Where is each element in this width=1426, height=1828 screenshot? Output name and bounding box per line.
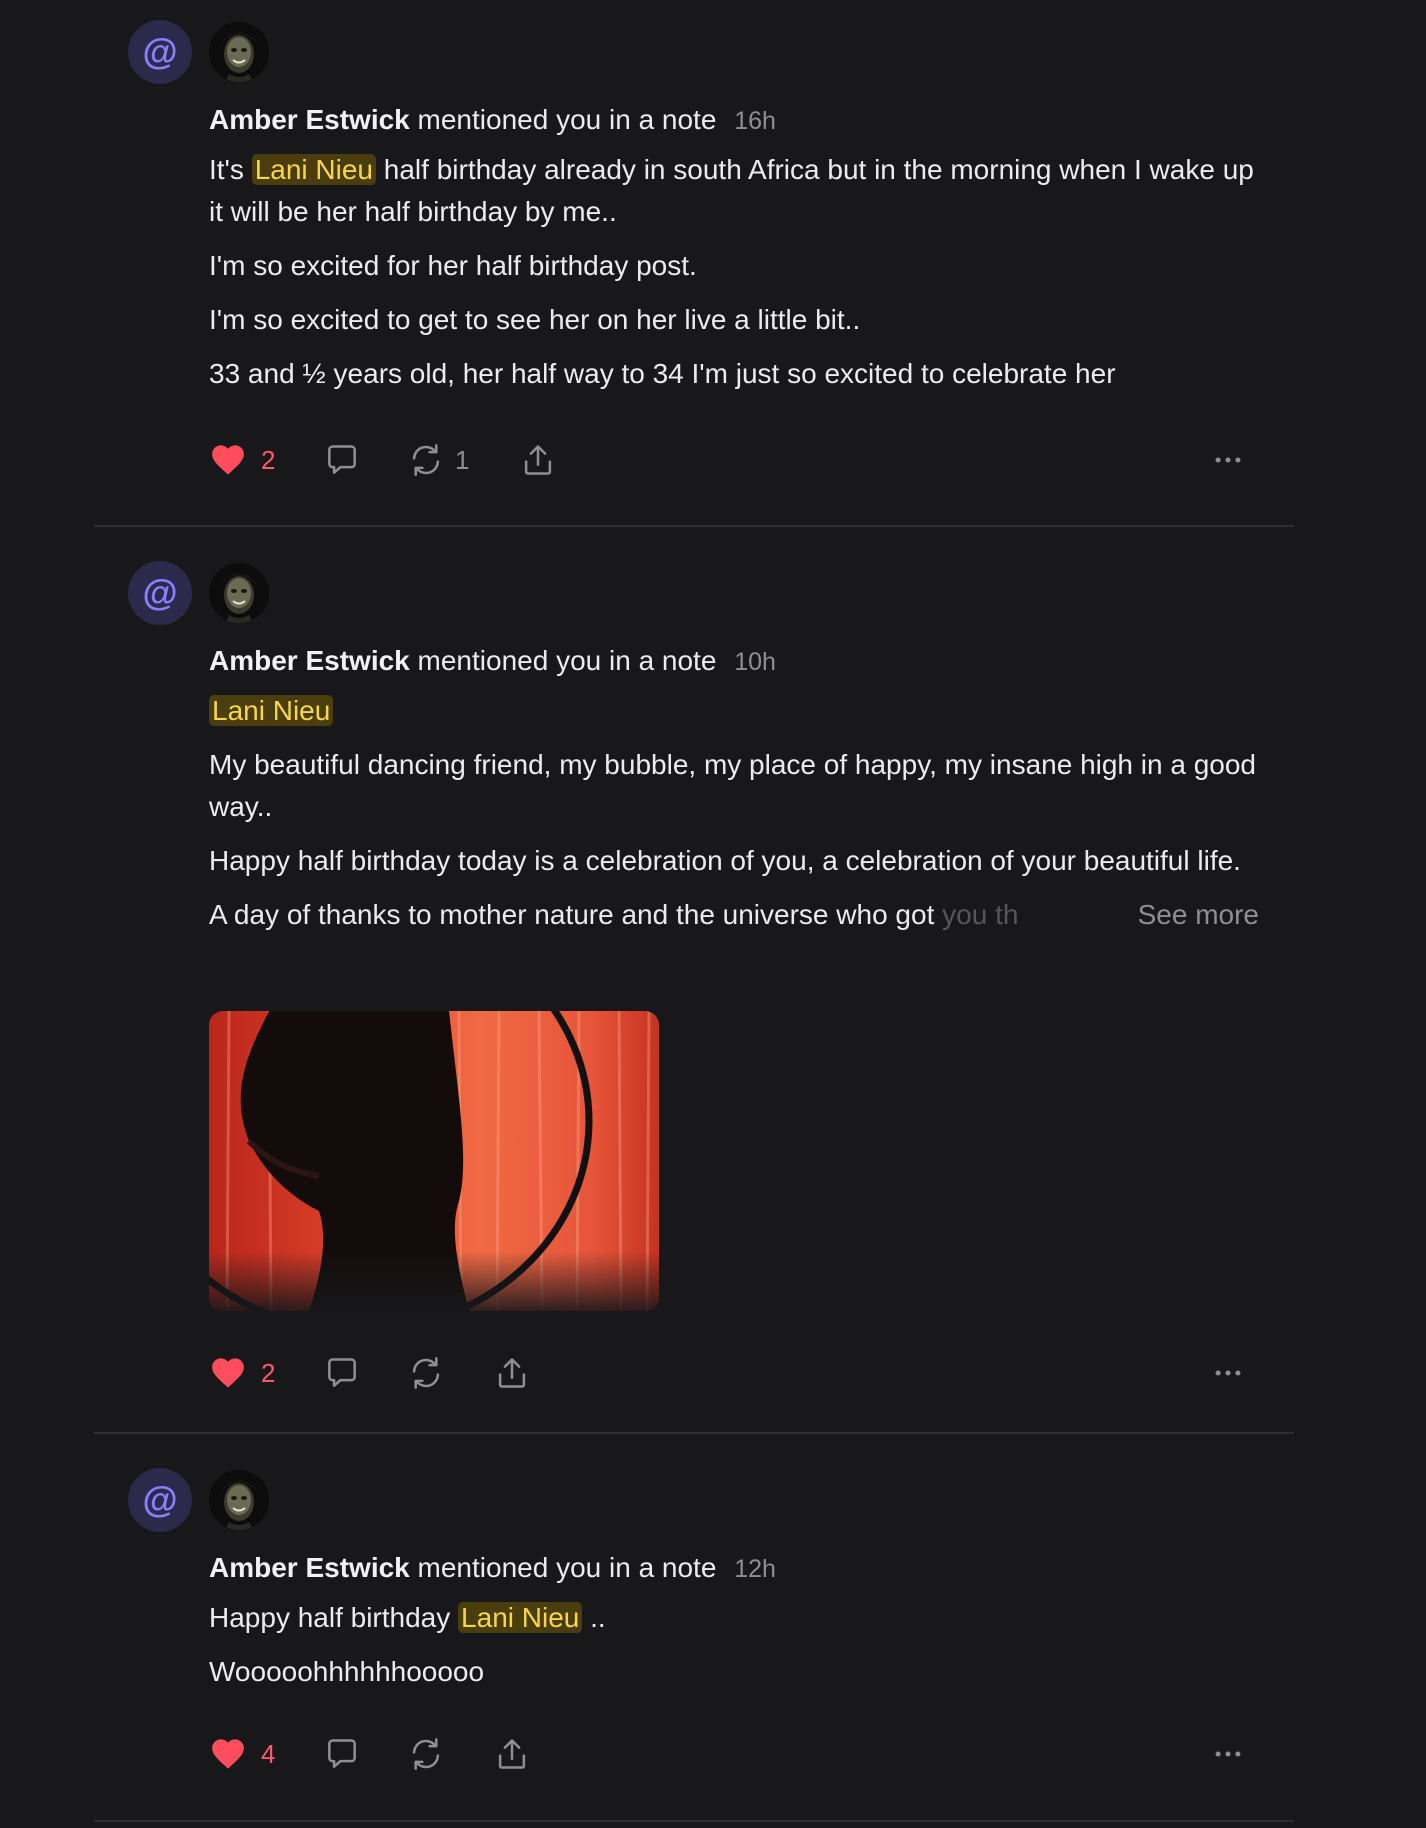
note-text: Happy half birthday bbox=[209, 1602, 451, 1633]
action-text: mentioned you in a note bbox=[417, 104, 717, 135]
note-paragraph-truncated: A day of thanks to mother nature and the… bbox=[209, 894, 1259, 936]
divider bbox=[94, 1432, 1294, 1434]
avatar[interactable] bbox=[209, 22, 269, 82]
notification-feed: @ Amber Estwick mentioned you in a note … bbox=[0, 0, 1426, 1828]
author-name[interactable]: Amber Estwick bbox=[209, 1552, 410, 1583]
timestamp: 10h bbox=[734, 648, 776, 676]
share-button[interactable] bbox=[493, 1351, 531, 1395]
like-button[interactable]: 2 bbox=[209, 438, 275, 482]
restack-icon bbox=[407, 1735, 445, 1773]
more-options-button[interactable] bbox=[1211, 438, 1245, 482]
mention-link[interactable]: Lani Nieu bbox=[251, 154, 376, 185]
restack-button[interactable] bbox=[407, 1732, 445, 1776]
comment-icon bbox=[323, 1735, 361, 1773]
restack-icon bbox=[407, 1354, 445, 1392]
note-paragraph: My beautiful dancing friend, my bubble, … bbox=[209, 749, 1256, 822]
notification-header: Amber Estwick mentioned you in a note 16… bbox=[209, 102, 1259, 139]
restack-button[interactable]: 1 bbox=[407, 438, 469, 482]
comment-button[interactable] bbox=[323, 1351, 361, 1395]
timestamp: 16h bbox=[734, 107, 776, 135]
note-text: It's bbox=[209, 154, 244, 185]
heart-icon bbox=[209, 1354, 247, 1392]
note-image[interactable] bbox=[209, 1011, 659, 1311]
dancer-image bbox=[209, 1011, 659, 1311]
heart-icon bbox=[209, 441, 247, 479]
notification-content: Amber Estwick mentioned you in a note 10… bbox=[209, 643, 1259, 936]
share-button[interactable] bbox=[519, 438, 557, 482]
author-name[interactable]: Amber Estwick bbox=[209, 645, 410, 676]
notification-content: Amber Estwick mentioned you in a note 16… bbox=[209, 102, 1259, 395]
action-text: mentioned you in a note bbox=[417, 1552, 717, 1583]
note-text: A day of thanks to mother nature and the… bbox=[209, 899, 935, 930]
mention-link[interactable]: Lani Nieu bbox=[209, 695, 334, 726]
share-button[interactable] bbox=[493, 1732, 531, 1776]
comment-button[interactable] bbox=[323, 1732, 361, 1776]
note-paragraph: It's Lani Nieu half birthday already in … bbox=[209, 149, 1259, 233]
action-bar: 2 1 bbox=[209, 438, 1259, 482]
note-paragraph: Happy half birthday today is a celebrati… bbox=[209, 845, 1241, 876]
share-icon bbox=[493, 1735, 531, 1773]
restack-count: 1 bbox=[455, 444, 470, 475]
note-paragraph: I'm so excited to get to see her on her … bbox=[209, 304, 861, 335]
notification-item[interactable]: @ Amber Estwick mentioned you in a note … bbox=[94, 561, 1294, 1421]
see-more-link[interactable]: See more bbox=[1138, 894, 1259, 936]
action-bar: 4 bbox=[209, 1732, 1259, 1776]
at-icon: @ bbox=[128, 561, 192, 625]
note-text: .. bbox=[590, 1602, 606, 1633]
comment-button[interactable] bbox=[323, 438, 361, 482]
notification-content: Amber Estwick mentioned you in a note 12… bbox=[209, 1550, 1259, 1693]
notification-header: Amber Estwick mentioned you in a note 12… bbox=[209, 1550, 1259, 1587]
note-paragraph: Lani Nieu bbox=[209, 690, 1259, 732]
timestamp: 12h bbox=[734, 1555, 776, 1583]
at-icon: @ bbox=[128, 1468, 192, 1532]
action-text: mentioned you in a note bbox=[417, 645, 717, 676]
avatar[interactable] bbox=[209, 563, 269, 623]
notification-item[interactable]: @ Amber Estwick mentioned you in a note … bbox=[94, 20, 1294, 500]
comment-icon bbox=[323, 1354, 361, 1392]
at-icon: @ bbox=[128, 20, 192, 84]
note-paragraph: Wooooohhhhhhooooo bbox=[209, 1656, 485, 1687]
more-icon bbox=[1211, 1356, 1245, 1390]
divider bbox=[94, 525, 1294, 527]
more-options-button[interactable] bbox=[1211, 1732, 1245, 1776]
notification-item[interactable]: @ Amber Estwick mentioned you in a note … bbox=[94, 1468, 1294, 1808]
more-options-button[interactable] bbox=[1211, 1351, 1245, 1395]
divider bbox=[94, 1820, 1294, 1822]
heart-icon bbox=[209, 1735, 247, 1773]
notification-header: Amber Estwick mentioned you in a note 10… bbox=[209, 643, 1259, 680]
more-icon bbox=[1211, 443, 1245, 477]
note-paragraph: 33 and ½ years old, her half way to 34 I… bbox=[209, 358, 1116, 389]
note-paragraph: I'm so excited for her half birthday pos… bbox=[209, 250, 697, 281]
like-count: 2 bbox=[261, 1357, 276, 1388]
restack-button[interactable] bbox=[407, 1351, 445, 1395]
share-icon bbox=[519, 441, 557, 479]
author-name[interactable]: Amber Estwick bbox=[209, 104, 410, 135]
note-text-faded: you th bbox=[942, 899, 1019, 930]
like-button[interactable]: 4 bbox=[209, 1732, 275, 1776]
more-icon bbox=[1211, 1737, 1245, 1771]
share-icon bbox=[493, 1354, 531, 1392]
avatar[interactable] bbox=[209, 1470, 269, 1530]
like-count: 4 bbox=[261, 1738, 276, 1769]
like-count: 2 bbox=[261, 444, 276, 475]
restack-icon bbox=[407, 441, 445, 479]
action-bar: 2 bbox=[209, 1351, 1259, 1395]
mention-link[interactable]: Lani Nieu bbox=[458, 1602, 583, 1633]
comment-icon bbox=[323, 441, 361, 479]
note-paragraph: Happy half birthday Lani Nieu .. bbox=[209, 1597, 1259, 1639]
like-button[interactable]: 2 bbox=[209, 1351, 275, 1395]
